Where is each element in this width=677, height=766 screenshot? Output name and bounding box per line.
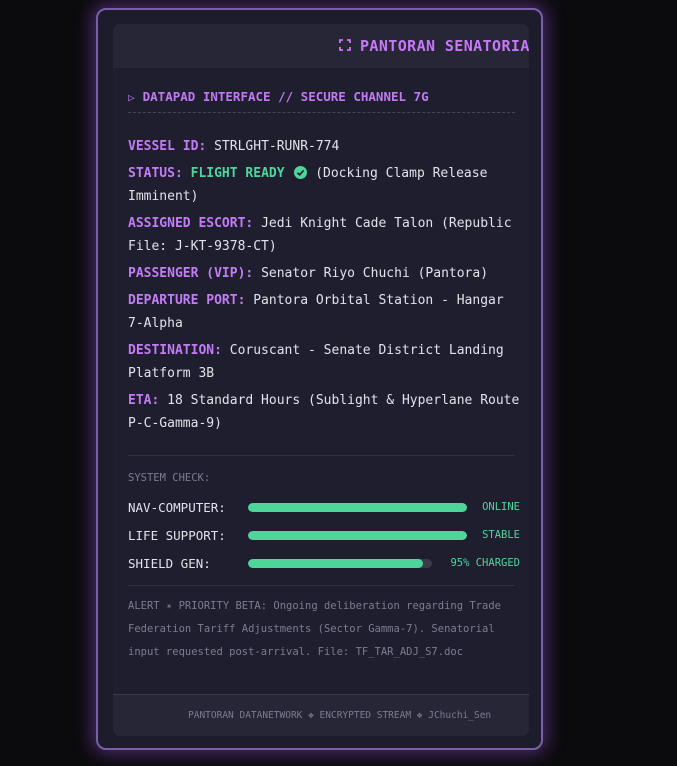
shield-gen-bar-fill (248, 559, 423, 568)
eta-row: ETA: 18 Standard Hours (Sublight & Hyper… (128, 389, 520, 435)
priority-alert: ALERT ✴ PRIORITY BETA: Ongoing deliberat… (128, 600, 501, 658)
vessel-row: VESSEL ID: STRLGHT-RUNR-774 (128, 135, 520, 158)
scan-frame-icon (339, 37, 351, 51)
escort-row: ASSIGNED ESCORT: Jedi Knight Cade Talon … (128, 212, 520, 258)
life-support-bar-fill (248, 531, 467, 540)
life-support-label: LIFE SUPPORT: (128, 528, 226, 543)
shield-gen-label: SHIELD GEN: (128, 556, 211, 571)
status-row: STATUS: FLIGHT READY (Docking Clamp Rele… (128, 162, 520, 208)
destination-row: DESTINATION: Coruscant - Senate District… (128, 339, 520, 385)
datapad-header: PANTORAN SENATORIAL (113, 24, 529, 68)
footer-text: PANTORAN DATANETWORK ❖ ENCRYPTED STREAM … (188, 710, 492, 721)
nav-computer-bar-fill (248, 503, 467, 512)
eta-value: 18 Standard Hours (Sublight & Hyperlane … (128, 393, 520, 431)
life-support-status: STABLE (482, 529, 520, 541)
nav-computer-bar (248, 503, 467, 512)
nav-computer-status: ONLINE (482, 501, 520, 513)
dashed-divider (128, 112, 515, 113)
passenger-row: PASSENGER (VIP): Senator Riyo Chuchi (Pa… (128, 262, 520, 285)
departure-label: DEPARTURE PORT: (128, 293, 246, 308)
datapad-footer: PANTORAN DATANETWORK ❖ ENCRYPTED STREAM … (113, 694, 529, 736)
status-label: STATUS: (128, 166, 183, 181)
escort-label: ASSIGNED ESCORT: (128, 216, 254, 231)
nav-computer-row: NAV-COMPUTER: ONLINE (128, 500, 520, 516)
header-title: PANTORAN SENATORIAL (360, 37, 529, 55)
vessel-label: VESSEL ID: (128, 139, 207, 154)
passenger-label: PASSENGER (VIP): (128, 266, 254, 281)
eta-label: ETA: (128, 393, 160, 408)
vessel-value: STRLGHT-RUNR-774 (214, 139, 340, 154)
subtitle-text: DATAPAD INTERFACE // SECURE CHANNEL 7G (142, 89, 429, 104)
datapad-panel: ▷ DATAPAD INTERFACE // SECURE CHANNEL 7G … (113, 68, 529, 694)
flight-info: VESSEL ID: STRLGHT-RUNR-774 STATUS: FLIG… (128, 135, 520, 439)
section-divider (128, 455, 515, 456)
play-icon: ▷ (128, 91, 135, 104)
destination-label: DESTINATION: (128, 343, 222, 358)
passenger-value: Senator Riyo Chuchi (Pantora) (261, 266, 489, 281)
life-support-row: LIFE SUPPORT: STABLE (128, 528, 520, 544)
status-value: FLIGHT READY (190, 166, 285, 181)
shield-gen-row: SHIELD GEN: 95% CHARGED (128, 556, 520, 572)
life-support-bar (248, 531, 467, 540)
nav-computer-label: NAV-COMPUTER: (128, 500, 226, 515)
shield-gen-bar (248, 559, 432, 568)
alert-divider (128, 585, 515, 586)
departure-row: DEPARTURE PORT: Pantora Orbital Station … (128, 289, 520, 335)
system-check-title: SYSTEM CHECK: (128, 472, 211, 484)
check-circle-icon (294, 164, 308, 179)
channel-subtitle: ▷ DATAPAD INTERFACE // SECURE CHANNEL 7G (128, 89, 429, 104)
header-title-group: PANTORAN SENATORIAL (339, 37, 529, 55)
datapad-device: PANTORAN SENATORIAL ▷ DATAPAD INTERFACE /… (96, 8, 543, 750)
shield-gen-status: 95% CHARGED (450, 557, 520, 569)
